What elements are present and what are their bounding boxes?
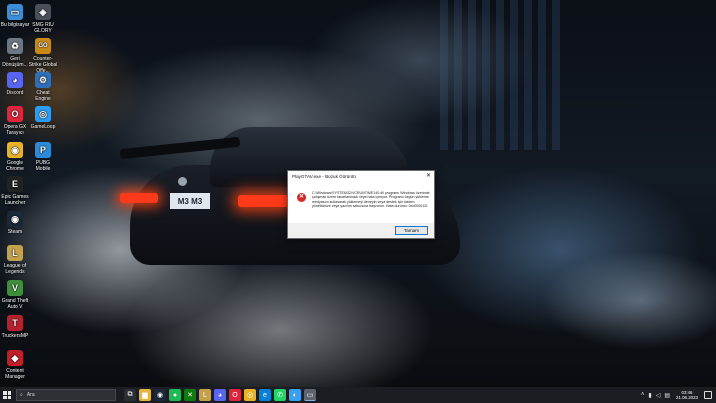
- desktop-icon-label: League of Legends: [3, 263, 27, 275]
- pubg-icon: P: [35, 142, 51, 158]
- desktop-icon-steam[interactable]: ◉ Steam: [0, 211, 30, 235]
- edge-icon[interactable]: e: [259, 389, 271, 401]
- opera-gx-icon[interactable]: O: [229, 389, 241, 401]
- start-button[interactable]: [0, 387, 14, 403]
- task-view-icon[interactable]: ⧉: [124, 389, 136, 401]
- error-icon: ✕: [297, 193, 306, 202]
- language-icon[interactable]: ▤: [664, 392, 670, 399]
- epic-games-icon: E: [7, 176, 23, 192]
- tray-icons: ˄ ▮ ◁ ▤: [639, 392, 672, 399]
- desktop-icon-truckersmp[interactable]: T TruckersMP: [0, 315, 30, 339]
- windows-logo-icon: [3, 391, 11, 399]
- car-taillight-left: [120, 193, 158, 203]
- desktop-icon-csgo[interactable]: GO Counter-Strike Global Offe...: [28, 38, 58, 74]
- file-explorer-icon[interactable]: ▆: [139, 389, 151, 401]
- cheat-engine-icon: ⚙: [35, 72, 51, 88]
- content-manager-icon: ◆: [7, 350, 23, 366]
- car-plate: M3 M3: [170, 193, 210, 209]
- desktop-icon-label: Bu bilgisayar: [0, 22, 30, 28]
- desktop-icon-cheat-engine[interactable]: ⚙ Cheat Engine: [28, 72, 58, 102]
- league-icon[interactable]: L: [199, 389, 211, 401]
- dialog-message: C:\Windows\SYSTEM32\VCRUNTIME140.dll pro…: [312, 191, 430, 209]
- taskbar-apps: ⧉ ▆ ◉ ● ✕ L ◕ O ◎ e ✆ ◐ ▭: [116, 389, 316, 401]
- desktop-icon-label: Cheat Engine: [35, 90, 51, 102]
- desktop-icon-label: SMG RIU GLORY: [32, 22, 54, 34]
- dialog-title: PlayGTAV.exe - Bozuk Görüntü: [292, 174, 356, 179]
- desktop-icon-label: Steam: [7, 229, 23, 235]
- desktop-icon-chrome[interactable]: ◉ Google Chrome: [0, 142, 30, 172]
- desktop-icon-content-manager[interactable]: ◆ Content Manager: [0, 350, 30, 380]
- desktop-wallpaper: M3 M3 ▭ Bu bilgisayar ◈ SMG RIU GLORY ♻ Geri …: [0, 0, 716, 387]
- desktop-icon-label: Geri Dönüşüm...: [2, 56, 28, 68]
- search-placeholder: Ara: [26, 392, 35, 398]
- steam-icon[interactable]: ◉: [154, 389, 166, 401]
- close-icon[interactable]: ✕: [426, 172, 431, 179]
- dialog-footer: Tamam: [288, 223, 434, 238]
- desktop-icon-pubg[interactable]: P PUBG Mobile: [28, 142, 58, 172]
- league-icon: L: [7, 245, 23, 261]
- spotify-icon[interactable]: ●: [169, 389, 181, 401]
- desktop-icon-label: Discord: [6, 90, 24, 96]
- search-input[interactable]: ⌕ Ara: [16, 389, 116, 401]
- chrome-icon: ◉: [7, 142, 23, 158]
- chevron-up-icon[interactable]: ˄: [641, 392, 645, 398]
- volume-icon[interactable]: ◁: [656, 392, 661, 399]
- clock[interactable]: 03:46 21.06.2023: [676, 390, 698, 400]
- desktop-icon-gta[interactable]: V Grand Theft Auto V: [0, 280, 30, 310]
- gameloop-icon: ◎: [35, 106, 51, 122]
- desktop-icon-label: GameLoop: [30, 124, 56, 130]
- desktop-icon-label: Epic Games Launcher: [1, 194, 29, 206]
- csgo-icon: GO: [35, 38, 51, 54]
- system-tray: ˄ ▮ ◁ ▤ 03:46 21.06.2023: [639, 387, 716, 403]
- notification-icon[interactable]: [704, 391, 712, 399]
- desktop-icon-label: Grand Theft Auto V: [1, 298, 29, 310]
- desktop-icon-computer[interactable]: ▭ Bu bilgisayar: [0, 4, 30, 28]
- desktop-icon-game-shortcut[interactable]: ◈ SMG RIU GLORY: [28, 4, 58, 34]
- desktop-icon-label: Opera GX Tarayıcı: [3, 124, 27, 136]
- desktop-icon-discord[interactable]: ◕ Discord: [0, 72, 30, 96]
- car-taillight-right: [238, 195, 288, 207]
- steam-icon: ◉: [7, 211, 23, 227]
- network-icon[interactable]: ▮: [648, 392, 651, 399]
- desktop-icon-league[interactable]: L League of Legends: [0, 245, 30, 275]
- desktop-icon-epic-games[interactable]: E Epic Games Launcher: [0, 176, 30, 206]
- desktop-icon-recycle-bin[interactable]: ♻ Geri Dönüşüm...: [0, 38, 30, 68]
- car-badge: [178, 177, 187, 186]
- desktop-icon-label: Google Chrome: [6, 160, 24, 172]
- desktop-icon-gameloop[interactable]: ◎ GameLoop: [28, 106, 58, 130]
- desktop-icon-opera-gx[interactable]: O Opera GX Tarayıcı: [0, 106, 30, 136]
- chrome-icon[interactable]: ◎: [244, 389, 256, 401]
- gta-icon: V: [7, 280, 23, 296]
- whatsapp-icon[interactable]: ✆: [274, 389, 286, 401]
- computer-icon: ▭: [7, 4, 23, 20]
- truckersmp-icon: T: [7, 315, 23, 331]
- opera-gx-icon: O: [7, 106, 23, 122]
- xbox-icon[interactable]: ✕: [184, 389, 196, 401]
- active-window-icon[interactable]: ▭: [304, 389, 316, 401]
- desktop-icon-label: PUBG Mobile: [35, 160, 51, 172]
- clock-date: 21.06.2023: [676, 395, 698, 400]
- desktop-icon-label: Content Manager: [5, 368, 25, 380]
- desktop-icon-label: TruckersMP: [1, 333, 29, 339]
- search-icon: ⌕: [20, 392, 23, 398]
- app-icon[interactable]: ◐: [289, 389, 301, 401]
- ok-button[interactable]: Tamam: [395, 226, 428, 235]
- recycle-bin-icon: ♻: [7, 38, 23, 54]
- error-dialog: PlayGTAV.exe - Bozuk Görüntü ✕ ✕ C:\Wind…: [287, 170, 435, 239]
- taskbar: ⌕ Ara ⧉ ▆ ◉ ● ✕ L ◕ O ◎ e ✆ ◐ ▭ ˄ ▮ ◁ ▤ 03:46 21.06.202…: [0, 387, 716, 403]
- game-shortcut-icon: ◈: [35, 4, 51, 20]
- discord-icon: ◕: [7, 72, 23, 88]
- discord-icon[interactable]: ◕: [214, 389, 226, 401]
